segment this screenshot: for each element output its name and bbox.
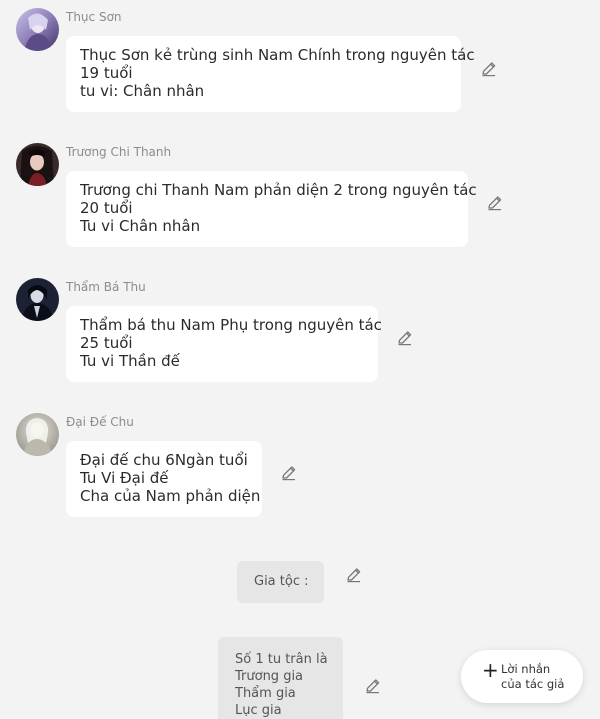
message-bubble: Đại đế chu 6Ngàn tuổi Tu Vi Đại đế Cha c… (66, 441, 262, 517)
message-bubble: Thục Sơn kẻ trùng sinh Nam Chính trong n… (66, 36, 475, 112)
narration-line: Thẩm gia (235, 686, 296, 701)
message-line: Đại đế chu 6Ngàn tuổi (80, 451, 248, 469)
sender-name: Trương Chi Thanh (66, 145, 172, 159)
message-line: 19 tuổi (80, 64, 133, 82)
message-line: Tu vi Chân nhân (80, 217, 201, 235)
sender-name: Thục Sơn (66, 10, 122, 24)
pencil-icon[interactable] (396, 329, 414, 347)
avatar[interactable] (16, 413, 59, 456)
message-bubble: Thẩm bá thu Nam Phụ trong nguyên tác 25 … (66, 306, 382, 382)
message-line: Tu Vi Đại đế (80, 469, 169, 487)
sender-name: Đại Đế Chu (66, 415, 134, 429)
narration-line: Lục gia (235, 703, 282, 718)
message-line: Trương chi Thanh Nam phản diện 2 trong n… (80, 181, 477, 199)
message-line: Tu vi Thần đế (80, 352, 180, 370)
author-note-button[interactable]: + Lời nhắn của tác giả (461, 650, 583, 703)
sender-name: Thẩm Bá Thu (66, 280, 146, 294)
message-line: tu vi: Chân nhân (80, 82, 205, 100)
narration-bubble: Số 1 tu trân là Trương gia Thẩm gia Lục … (218, 637, 343, 719)
narration-bubble: Gia tộc : (237, 561, 324, 603)
message-line: Thẩm bá thu Nam Phụ trong nguyên tác (80, 316, 382, 334)
chat-story-screen: Thục Sơn Thục Sơn kẻ trùng sinh Nam Chín… (0, 0, 600, 719)
pencil-icon[interactable] (345, 566, 363, 584)
message-line: Cha của Nam phản diện (80, 487, 261, 505)
message-line: 25 tuổi (80, 334, 133, 352)
pencil-icon[interactable] (480, 60, 498, 78)
avatar[interactable] (16, 8, 59, 51)
narration-line: Trương gia (235, 669, 304, 684)
narration-line: Gia tộc : (254, 574, 309, 589)
message-line: 20 tuổi (80, 199, 133, 217)
author-note-label-line1: Lời nhắn (501, 662, 551, 676)
avatar[interactable] (16, 278, 59, 321)
plus-icon: + (482, 658, 499, 682)
pencil-icon[interactable] (486, 194, 504, 212)
avatar[interactable] (16, 143, 59, 186)
message-bubble: Trương chi Thanh Nam phản diện 2 trong n… (66, 171, 477, 247)
author-note-label-line2: của tác giả (501, 677, 565, 691)
narration-line: Số 1 tu trân là (235, 652, 328, 667)
pencil-icon[interactable] (280, 464, 298, 482)
message-line: Thục Sơn kẻ trùng sinh Nam Chính trong n… (80, 46, 475, 64)
pencil-icon[interactable] (364, 677, 382, 695)
author-note-label: Lời nhắn của tác giả (501, 662, 564, 692)
